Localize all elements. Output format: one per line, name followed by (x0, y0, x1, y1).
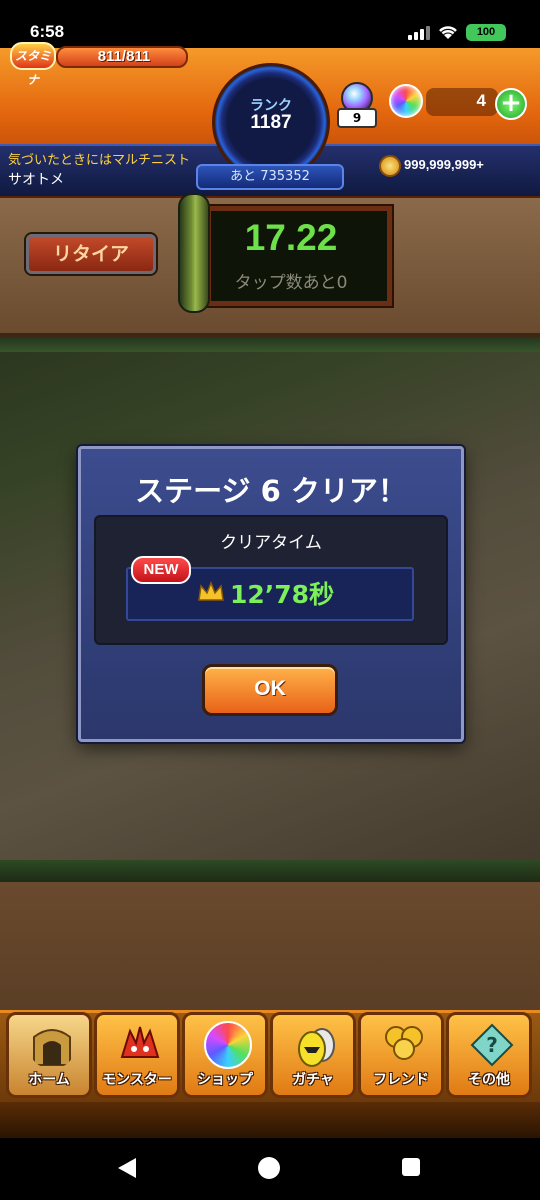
signal-icon (408, 25, 430, 40)
field-border-bottom (0, 860, 540, 882)
add-orb-button[interactable]: + (495, 88, 527, 120)
home-gate-icon (33, 1029, 71, 1066)
home-circle-icon[interactable] (258, 1157, 280, 1179)
nav-friend-label: フレンド (373, 1072, 429, 1088)
friend-balloon-icon (385, 1026, 423, 1060)
battery-icon: 100 (466, 24, 506, 41)
nav-home-label: ホーム (28, 1072, 70, 1088)
nav-shop[interactable]: ショップ (182, 1012, 268, 1098)
player-title: 気づいたときにはマルチニスト (8, 153, 191, 168)
nav-other-label: その他 (468, 1072, 510, 1088)
clear-time-value: 12’78秒 (230, 580, 335, 609)
player-name: サオトメ (8, 172, 64, 188)
stamina-icon: スタミナ (10, 42, 56, 87)
lower-panel (0, 882, 540, 1012)
svg-text:?: ? (486, 1033, 498, 1057)
stamina-value: 811/811 (97, 48, 151, 65)
orb-shop-icon (204, 1021, 252, 1069)
gacha-egg-icon (298, 1028, 335, 1067)
tap-remaining-label: タップ数あと0 (234, 273, 348, 293)
nav-friend[interactable]: フレンド (358, 1012, 444, 1098)
nav-shop-label: ショップ (197, 1072, 253, 1088)
coin-icon (379, 155, 401, 177)
ok-button[interactable]: OK (202, 664, 338, 716)
status-icons: 100 (408, 24, 506, 41)
nav-other[interactable]: ? その他 (446, 1012, 532, 1098)
back-icon[interactable] (118, 1158, 136, 1178)
coin-count: 999,999,999+ (404, 157, 484, 172)
retire-button[interactable]: リタイア (26, 234, 156, 274)
nav-home[interactable]: ホーム (6, 1012, 92, 1098)
bottom-nav-strip (0, 1102, 540, 1138)
monster-icon (120, 1026, 160, 1058)
recents-icon[interactable] (402, 1158, 420, 1176)
orb-icon (389, 84, 423, 118)
dialog-title: ステージ 6 クリア！ (135, 474, 407, 508)
nav-monster-label: モンスター (102, 1072, 172, 1088)
orb-bag-button[interactable]: 9 (337, 82, 377, 128)
nav-monster[interactable]: モンスター (94, 1012, 180, 1098)
crown-icon (198, 580, 224, 601)
clear-time-label: クリアタイム (220, 533, 322, 553)
rank-value: 1187 (250, 112, 292, 133)
nav-gacha-label: ガチャ (292, 1072, 334, 1088)
rank-next-exp: あと 735352 (196, 164, 344, 190)
orb-count: 4 (476, 91, 486, 110)
wifi-icon (439, 26, 457, 39)
nav-gacha[interactable]: ガチャ (270, 1012, 356, 1098)
timer-value: 17.22 (244, 217, 338, 258)
new-badge: NEW (131, 556, 191, 584)
status-time: 6:58 (30, 22, 65, 41)
other-icon: ? (470, 1023, 514, 1067)
orb-bag-count: 9 (337, 108, 377, 128)
